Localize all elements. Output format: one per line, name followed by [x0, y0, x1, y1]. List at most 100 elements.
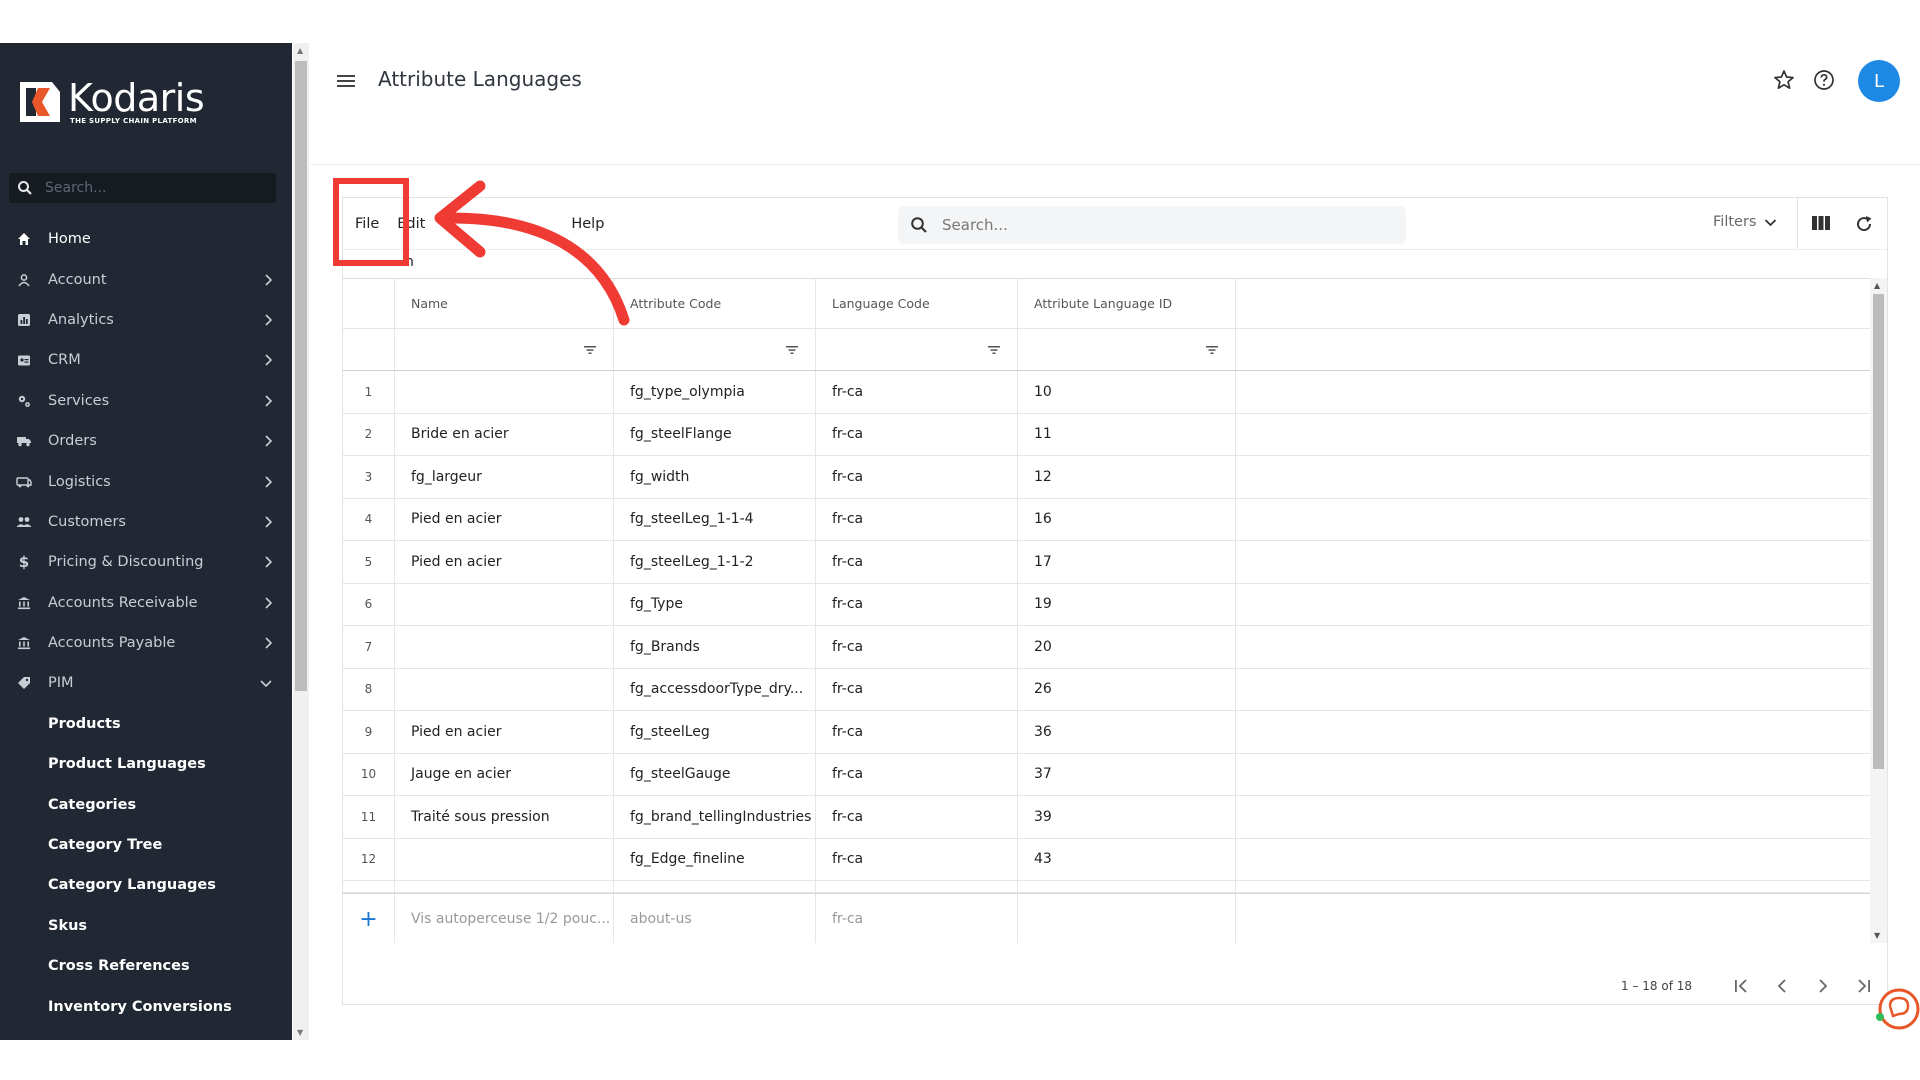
table-row[interactable]: 12 fg_Edge_fineline fr-ca 43	[343, 838, 1870, 881]
cell-name[interactable]	[395, 371, 614, 413]
cell-language-code[interactable]: fr-ca	[816, 668, 1018, 710]
filter-icon[interactable]	[987, 345, 1001, 355]
cell-language-code[interactable]: fr-ca	[816, 796, 1018, 838]
cell-name[interactable]	[395, 668, 614, 710]
help-circle-icon[interactable]	[1812, 68, 1836, 92]
refresh-icon[interactable]	[1854, 214, 1874, 234]
next-page-icon[interactable]	[1813, 976, 1833, 996]
column-header-attribute-code[interactable]: Attribute Code	[614, 279, 816, 328]
cell-attribute-language-id[interactable]: 36	[1018, 711, 1236, 753]
filter-cell-name[interactable]	[395, 329, 614, 370]
grid-search-input[interactable]	[940, 215, 1360, 235]
sidebar-subitem-product-languages[interactable]: Product Languages	[0, 744, 292, 784]
cell-language-code[interactable]: fr-ca	[816, 711, 1018, 753]
cell-language-code[interactable]: fr-ca	[816, 498, 1018, 540]
filter-icon[interactable]	[583, 345, 597, 355]
column-header-attribute-language-id[interactable]: Attribute Language ID	[1018, 279, 1236, 328]
last-page-icon[interactable]	[1854, 976, 1874, 996]
sidebar-item-accounts-receivable[interactable]: Accounts Receivable	[0, 583, 292, 623]
kodaris-logo[interactable]: Kodaris THE SUPPLY CHAIN PLATFORM	[18, 77, 205, 127]
table-row[interactable]: 4 Pied en acier fg_steelLeg_1-1-4 fr-ca …	[343, 498, 1870, 541]
cell-language-code[interactable]: fr-ca	[816, 413, 1018, 455]
cell-name[interactable]: Pied en acier	[395, 541, 614, 583]
table-row[interactable]: 7 fg_Brands fr-ca 20	[343, 626, 1870, 669]
cell-language-code[interactable]: fr-ca	[816, 626, 1018, 668]
cell-attribute-language-id[interactable]: 10	[1018, 371, 1236, 413]
cell-attribute-code[interactable]: fg_steelFlange	[614, 413, 816, 455]
sidebar-subitem-category-languages[interactable]: Category Languages	[0, 865, 292, 905]
scroll-down-arrow-icon[interactable]: ▼	[1874, 931, 1880, 940]
cell-language-code[interactable]: fr-ca	[816, 371, 1018, 413]
filter-cell-language-code[interactable]	[816, 329, 1018, 370]
grid-scrollbar[interactable]: ▲ ▼	[1870, 278, 1887, 943]
user-avatar[interactable]: L	[1858, 60, 1900, 102]
cell-attribute-language-id[interactable]: 19	[1018, 583, 1236, 625]
cell-name[interactable]: Pied en acier	[395, 498, 614, 540]
column-header-language-code[interactable]: Language Code	[816, 279, 1018, 328]
grid-search[interactable]	[898, 206, 1406, 244]
cell-name[interactable]	[395, 583, 614, 625]
sidebar-item-customers[interactable]: Customers	[0, 502, 292, 542]
cell-attribute-language-id[interactable]: 39	[1018, 796, 1236, 838]
scroll-down-arrow-icon[interactable]: ▼	[297, 1028, 303, 1037]
cell-attribute-code[interactable]: fg_accessdoorType_dry...	[614, 668, 816, 710]
cell-name[interactable]: Traité sous pression	[395, 796, 614, 838]
sidebar-item-orders[interactable]: Orders	[0, 421, 292, 461]
cell-name[interactable]	[395, 626, 614, 668]
cell-attribute-code[interactable]: fg_Type	[614, 583, 816, 625]
cell-attribute-language-id[interactable]: 16	[1018, 498, 1236, 540]
filters-button[interactable]: Filters	[1713, 214, 1777, 230]
sidebar-subitem-products[interactable]: Products	[0, 704, 292, 744]
sidebar-search[interactable]	[9, 173, 276, 203]
sidebar-item-logistics[interactable]: Logistics	[0, 461, 292, 501]
scroll-up-arrow-icon[interactable]: ▲	[1874, 281, 1880, 290]
cell-attribute-language-id[interactable]: 37	[1018, 753, 1236, 795]
sidebar-item-account[interactable]: Account	[0, 259, 292, 299]
table-row[interactable]: 10 Jauge en acier fg_steelGauge fr-ca 37	[343, 753, 1870, 796]
sidebar-subitem-skus[interactable]: Skus	[0, 906, 292, 946]
cell-name[interactable]	[395, 838, 614, 880]
table-row[interactable]: 2 Bride en acier fg_steelFlange fr-ca 11	[343, 413, 1870, 456]
cell-attribute-code[interactable]: fg_steelLeg_1-1-2	[614, 541, 816, 583]
table-row[interactable]: 8 fg_accessdoorType_dry... fr-ca 26	[343, 668, 1870, 711]
cell-attribute-code[interactable]: fg_steelLeg	[614, 711, 816, 753]
table-row[interactable]: 1 fg_type_olympia fr-ca 10	[343, 371, 1870, 414]
cell-attribute-language-id[interactable]: 26	[1018, 668, 1236, 710]
table-row[interactable]: 3 fg_largeur fg_width fr-ca 12	[343, 456, 1870, 499]
new-cell-attribute-code[interactable]: about-us	[614, 894, 816, 943]
sidebar-item-accounts-payable[interactable]: Accounts Payable	[0, 623, 292, 663]
scrollbar-thumb[interactable]	[1873, 294, 1884, 769]
filter-icon[interactable]	[785, 345, 799, 355]
sidebar-subitem-categories[interactable]: Categories	[0, 784, 292, 824]
sidebar-item-services[interactable]: Services	[0, 381, 292, 421]
cell-language-code[interactable]: fr-ca	[816, 838, 1018, 880]
hamburger-menu-icon[interactable]	[334, 69, 358, 93]
cell-language-code[interactable]: fr-ca	[816, 541, 1018, 583]
table-row[interactable]: 6 fg_Type fr-ca 19	[343, 583, 1870, 626]
cell-attribute-language-id[interactable]: 12	[1018, 456, 1236, 498]
new-cell-language-code[interactable]: fr-ca	[816, 894, 1018, 943]
cell-attribute-code[interactable]: fg_type_olympia	[614, 371, 816, 413]
cell-name[interactable]: fg_largeur	[395, 456, 614, 498]
cell-name[interactable]: Bride en acier	[395, 413, 614, 455]
filter-cell-attribute-code[interactable]	[614, 329, 816, 370]
cell-attribute-language-id[interactable]: 17	[1018, 541, 1236, 583]
sidebar-subitem-category-tree[interactable]: Category Tree	[0, 825, 292, 865]
cell-attribute-code[interactable]: fg_steelGauge	[614, 753, 816, 795]
previous-page-icon[interactable]	[1772, 976, 1792, 996]
filter-icon[interactable]	[1205, 345, 1219, 355]
cell-language-code[interactable]: fr-ca	[816, 583, 1018, 625]
table-row[interactable]: 9 Pied en acier fg_steelLeg fr-ca 36	[343, 711, 1870, 754]
sidebar-item-crm[interactable]: CRM	[0, 340, 292, 380]
sidebar-item-analytics[interactable]: Analytics	[0, 300, 292, 340]
star-icon[interactable]	[1772, 68, 1796, 92]
new-cell-name[interactable]: Vis autoperceuse 1/2 pouc...	[395, 894, 614, 943]
sidebar-subitem-cross-references[interactable]: Cross References	[0, 946, 292, 986]
cell-attribute-language-id[interactable]: 20	[1018, 626, 1236, 668]
scroll-up-arrow-icon[interactable]: ▲	[297, 46, 303, 55]
cell-attribute-language-id[interactable]: 11	[1018, 413, 1236, 455]
sidebar-item-home[interactable]: Home	[0, 219, 292, 259]
cell-attribute-code[interactable]: fg_width	[614, 456, 816, 498]
cell-language-code[interactable]: fr-ca	[816, 456, 1018, 498]
chat-support-icon[interactable]	[1874, 986, 1920, 1032]
